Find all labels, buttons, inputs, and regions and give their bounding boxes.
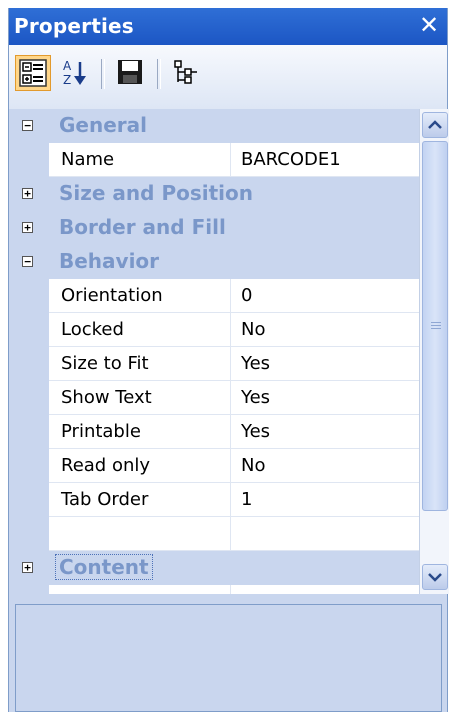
grip-line bbox=[431, 328, 441, 329]
category-label: Content bbox=[55, 554, 153, 580]
property-name: Tab Order bbox=[49, 483, 231, 516]
toolbar-separator bbox=[101, 59, 105, 89]
property-value[interactable]: Yes bbox=[231, 347, 419, 380]
property-row-empty[interactable] bbox=[49, 517, 419, 551]
property-name: Size to Fit bbox=[49, 347, 231, 380]
property-name: Printable bbox=[49, 415, 231, 448]
category-general[interactable]: − General bbox=[9, 109, 419, 143]
save-icon bbox=[118, 60, 142, 84]
scroll-down-button[interactable] bbox=[422, 564, 448, 590]
panel-title: Properties bbox=[14, 14, 134, 38]
category-behavior[interactable]: − Behavior bbox=[9, 245, 419, 279]
property-row-orientation[interactable]: Orientation 0 bbox=[49, 279, 419, 313]
property-row-partial bbox=[49, 585, 419, 594]
collapse-icon[interactable]: − bbox=[22, 256, 33, 267]
property-value[interactable]: No bbox=[231, 313, 419, 346]
property-name: Orientation bbox=[49, 279, 231, 312]
property-row-printable[interactable]: Printable Yes bbox=[49, 415, 419, 449]
property-name: Read only bbox=[49, 449, 231, 482]
property-row-size-to-fit[interactable]: Size to Fit Yes bbox=[49, 347, 419, 381]
property-name: Locked bbox=[49, 313, 231, 346]
property-row-name[interactable]: Name BARCODE1 bbox=[49, 143, 419, 177]
hierarchy-button[interactable] bbox=[169, 55, 205, 91]
expand-icon[interactable]: + bbox=[22, 188, 33, 199]
sort-alphabetical-icon: A Z bbox=[63, 59, 86, 87]
categorized-button[interactable] bbox=[15, 55, 51, 91]
property-name: Show Text bbox=[49, 381, 231, 414]
scroll-up-button[interactable] bbox=[422, 112, 448, 138]
close-icon[interactable]: ✕ bbox=[417, 12, 441, 38]
property-value[interactable]: BARCODE1 bbox=[231, 143, 419, 176]
property-value[interactable]: No bbox=[231, 449, 419, 482]
property-name bbox=[49, 517, 231, 550]
title-bar[interactable]: Properties ✕ bbox=[9, 8, 447, 45]
category-label: Size and Position bbox=[59, 181, 253, 205]
save-button[interactable] bbox=[113, 55, 149, 91]
vertical-scrollbar[interactable] bbox=[419, 109, 449, 594]
categorized-icon bbox=[19, 59, 47, 87]
property-grid: − General Name BARCODE1 + Size and Posit… bbox=[9, 109, 419, 594]
description-pane bbox=[15, 604, 442, 712]
property-row-tab-order[interactable]: Tab Order 1 bbox=[49, 483, 419, 517]
grip-line bbox=[431, 322, 441, 323]
property-row-read-only[interactable]: Read only No bbox=[49, 449, 419, 483]
scroll-thumb[interactable] bbox=[422, 141, 448, 511]
category-label: Border and Fill bbox=[59, 215, 226, 239]
expand-icon[interactable]: + bbox=[22, 562, 33, 573]
grip-line bbox=[431, 325, 441, 326]
svg-text:A: A bbox=[63, 59, 72, 73]
property-value[interactable]: 0 bbox=[231, 279, 419, 312]
category-border-fill[interactable]: + Border and Fill bbox=[9, 211, 419, 245]
category-label: Behavior bbox=[59, 249, 160, 273]
category-content[interactable]: + Content bbox=[9, 551, 419, 585]
property-name: Name bbox=[49, 143, 231, 176]
sort-alphabetical-button[interactable]: A Z bbox=[57, 55, 93, 91]
category-label: General bbox=[59, 113, 147, 137]
property-name bbox=[49, 585, 231, 594]
property-value[interactable]: Yes bbox=[231, 381, 419, 414]
chevron-up-icon bbox=[428, 120, 442, 129]
property-value[interactable] bbox=[231, 517, 419, 550]
property-row-show-text[interactable]: Show Text Yes bbox=[49, 381, 419, 415]
category-size-position[interactable]: + Size and Position bbox=[9, 177, 419, 211]
toolbar-separator bbox=[157, 59, 161, 89]
expand-icon[interactable]: + bbox=[22, 222, 33, 233]
hierarchy-icon bbox=[174, 60, 197, 84]
property-value[interactable]: Yes bbox=[231, 415, 419, 448]
toolbar: A Z bbox=[9, 45, 447, 109]
property-row-locked[interactable]: Locked No bbox=[49, 313, 419, 347]
property-value[interactable]: 1 bbox=[231, 483, 419, 516]
properties-panel: Properties ✕ A Z − General Name BARCODE1… bbox=[8, 8, 449, 712]
svg-text:Z: Z bbox=[63, 73, 71, 87]
chevron-down-icon bbox=[428, 573, 442, 582]
collapse-icon[interactable]: − bbox=[22, 120, 33, 131]
